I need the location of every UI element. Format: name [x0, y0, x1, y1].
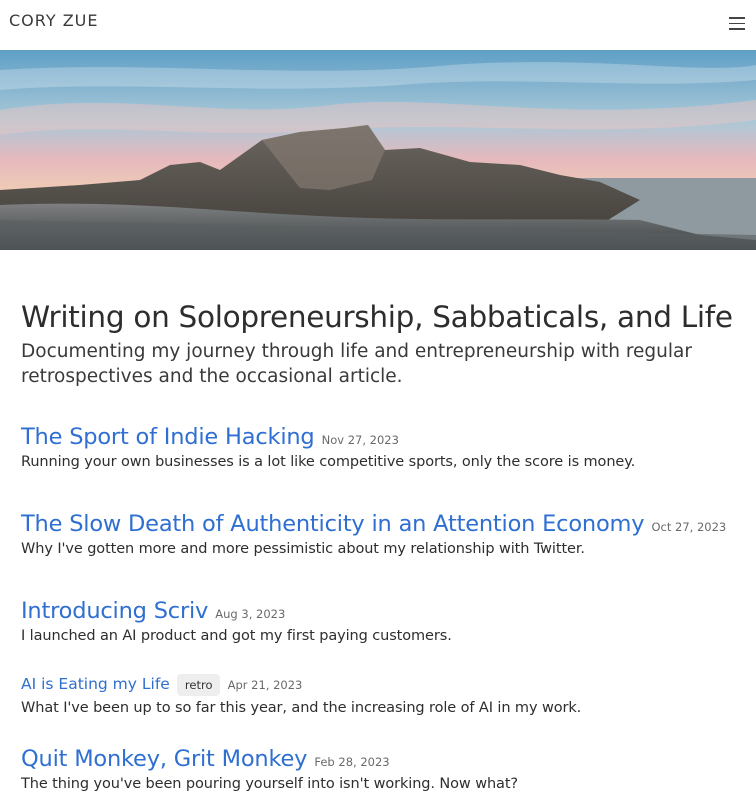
post-item: The Slow Death of Authenticity in an Att… [21, 511, 741, 557]
post-title-link[interactable]: The Sport of Indie Hacking [21, 424, 315, 450]
post-description: What I've been up to so far this year, a… [21, 700, 582, 716]
post-tag-badge[interactable]: retro [176, 674, 221, 696]
post-item: Introducing Scriv Aug 3, 2023 I launched… [21, 598, 741, 644]
mountain-panorama-illustration [0, 50, 756, 250]
post-item: AI is Eating my Life retro Apr 21, 2023 … [21, 674, 741, 716]
navbar: CORY ZUE [0, 0, 756, 50]
page-header: Writing on Solopreneurship, Sabbaticals,… [21, 296, 736, 389]
hamburger-menu-icon[interactable] [729, 17, 745, 31]
post-date: Apr 21, 2023 [227, 678, 303, 692]
post-description: I launched an AI product and got my firs… [21, 628, 452, 644]
post-description: The thing you've been pouring yourself i… [21, 776, 519, 792]
post-title-link[interactable]: The Slow Death of Authenticity in an Att… [21, 511, 645, 537]
post-title-link[interactable]: Introducing Scriv [21, 598, 208, 624]
post-title-link[interactable]: AI is Eating my Life [21, 675, 170, 693]
post-item: The Sport of Indie Hacking Nov 27, 2023 … [21, 424, 741, 470]
hero-image [0, 50, 756, 250]
post-date: Nov 27, 2023 [321, 433, 399, 447]
page-subtitle: Documenting my journey through life and … [21, 341, 692, 387]
post-date: Aug 3, 2023 [215, 607, 286, 621]
post-description: Running your own businesses is a lot lik… [21, 454, 636, 470]
post-date: Oct 27, 2023 [651, 520, 727, 534]
post-title-link[interactable]: Quit Monkey, Grit Monkey [21, 746, 307, 772]
post-item: Quit Monkey, Grit Monkey Feb 28, 2023 Th… [21, 746, 741, 792]
site-brand-link[interactable]: CORY ZUE [9, 11, 99, 30]
page-title: Writing on Solopreneurship, Sabbaticals,… [21, 300, 733, 334]
post-date: Feb 28, 2023 [314, 755, 390, 769]
post-description: Why I've gotten more and more pessimisti… [21, 541, 585, 557]
